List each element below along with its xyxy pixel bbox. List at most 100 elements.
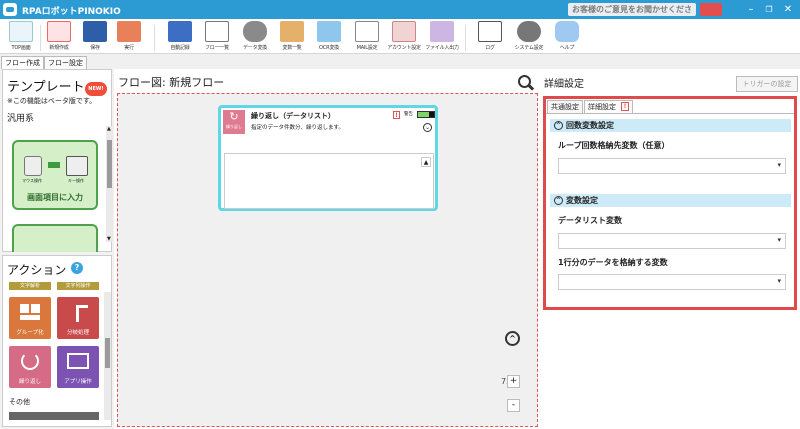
app-logo-icon bbox=[3, 3, 17, 16]
new-button[interactable]: 新規作成 bbox=[42, 21, 76, 54]
log-icon bbox=[478, 21, 502, 42]
flow-area: フロー図: 新規フロー ↻ 繰り返し 繰り返し（データリスト） ! 警告 指定の… bbox=[114, 69, 540, 429]
template-panel: テンプレート NEW! ※この機能はベータ版です。 汎用系 マウス操作 キー操作… bbox=[2, 69, 113, 252]
save-button[interactable]: 保存 bbox=[78, 21, 112, 54]
mouse-icon bbox=[24, 156, 42, 176]
status-indicator bbox=[417, 111, 435, 118]
data-convert-button[interactable]: データ変換 bbox=[238, 21, 272, 54]
loop-counter-label: ループ回数格納先変数（任意） bbox=[558, 141, 670, 150]
template-card-next[interactable] bbox=[12, 224, 98, 252]
detail-panel: 詳細設定 トリガーの設定 共通設定 詳細設定 ! ^ 回数変数設定 ループ回数格… bbox=[540, 69, 800, 429]
collapse-icon: ^ bbox=[554, 196, 563, 205]
section-loop-counter[interactable]: ^ 回数変数設定 bbox=[550, 119, 791, 132]
loop-counter-select[interactable] bbox=[558, 158, 786, 174]
mail-settings-button[interactable]: MAIL設定 bbox=[350, 21, 384, 54]
flow-list-button[interactable]: フロー一覧 bbox=[200, 21, 234, 54]
detail-title: 詳細設定 bbox=[544, 79, 584, 90]
beta-note: ※この機能はベータ版です。 bbox=[7, 97, 97, 105]
warning-icon: ! bbox=[393, 111, 400, 119]
action-group[interactable]: グループ化 bbox=[9, 297, 51, 339]
run-button[interactable]: 実行 bbox=[112, 21, 146, 54]
zoom-out-button[interactable]: - bbox=[507, 399, 520, 412]
help-icon bbox=[555, 21, 579, 42]
mail-icon bbox=[355, 21, 379, 42]
scroll-up-icon[interactable]: ▲ bbox=[421, 157, 431, 167]
template-card-input[interactable]: マウス操作 キー操作 画面項目に入力 bbox=[12, 140, 98, 210]
loop-node-card[interactable]: ↻ 繰り返し 繰り返し（データリスト） ! 警告 指定のデータ件数分、繰り返しま… bbox=[218, 105, 438, 211]
arrow-right-icon bbox=[48, 162, 60, 168]
thumbs-icon[interactable] bbox=[700, 3, 722, 16]
template-title: テンプレート bbox=[7, 80, 85, 95]
log-button[interactable]: ログ bbox=[473, 21, 507, 54]
row-variable-select[interactable] bbox=[558, 274, 786, 290]
film-icon bbox=[168, 21, 192, 42]
toolbar: TOP画面 新規作成 保存 実行 自動記録 フロー一覧 データ変換 変数一覧 O… bbox=[0, 19, 800, 54]
action-app[interactable]: アプリ操作 bbox=[57, 346, 99, 388]
restore-button[interactable]: ❐ bbox=[762, 3, 776, 16]
other-bar[interactable] bbox=[9, 412, 99, 420]
play-icon bbox=[117, 21, 141, 42]
action-scrollbar[interactable] bbox=[104, 292, 111, 420]
feedback-link[interactable]: お客様のご意見をお聞かせください bbox=[568, 3, 696, 27]
mini-text-analysis[interactable]: 文字解析 bbox=[9, 282, 51, 290]
tab-common-settings[interactable]: 共通設定 bbox=[547, 100, 583, 113]
action-panel: アクション ? 文字解析 文字列操作 グループ化 分岐処理 繰り返し アプリ操作… bbox=[2, 255, 112, 427]
other-label: その他 bbox=[9, 398, 30, 406]
new-file-icon bbox=[47, 21, 71, 42]
save-icon bbox=[83, 21, 107, 42]
action-branch[interactable]: 分岐処理 bbox=[57, 297, 99, 339]
box-icon bbox=[280, 21, 304, 42]
top-screen-button[interactable]: TOP画面 bbox=[4, 21, 38, 54]
minimize-button[interactable]: – bbox=[744, 3, 758, 16]
app-title: RPAロボットPINOKIO bbox=[22, 7, 121, 17]
tab-detail-settings[interactable]: 詳細設定 ! bbox=[584, 100, 633, 113]
database-icon bbox=[243, 21, 267, 42]
group-label: 汎用系 bbox=[7, 114, 35, 124]
action-title: アクション bbox=[7, 263, 67, 277]
tab-flow-create[interactable]: フロー作成 bbox=[1, 56, 44, 69]
close-button[interactable]: ✕ bbox=[781, 3, 795, 16]
loop-body[interactable]: ▲ bbox=[224, 153, 434, 209]
mini-string-op[interactable]: 文字列操作 bbox=[57, 282, 99, 290]
account-icon bbox=[392, 21, 416, 42]
system-settings-button[interactable]: システム設定 bbox=[512, 21, 546, 54]
detail-settings-box: 共通設定 詳細設定 ! ^ 回数変数設定 ループ回数格納先変数（任意） ^ 変数… bbox=[543, 96, 797, 310]
title-bar: RPAロボットPINOKIO お客様のご意見をお聞かせください – ❐ ✕ bbox=[0, 0, 800, 27]
new-badge: NEW! bbox=[85, 82, 107, 96]
loop-icon bbox=[21, 352, 39, 370]
data-list-label: データリスト変数 bbox=[558, 216, 622, 225]
action-loop[interactable]: 繰り返し bbox=[9, 346, 51, 388]
tab-warning-icon: ! bbox=[621, 102, 629, 111]
action-help-icon[interactable]: ? bbox=[71, 262, 83, 274]
template-scrollbar[interactable]: ▲ ▼ bbox=[106, 126, 113, 242]
gear-icon bbox=[517, 21, 541, 42]
app-window-icon bbox=[67, 353, 89, 369]
ocr-icon bbox=[317, 21, 341, 42]
help-button[interactable]: ヘルプ bbox=[550, 21, 584, 54]
ocr-button[interactable]: OCR変換 bbox=[312, 21, 346, 54]
section-variable[interactable]: ^ 変数設定 bbox=[550, 194, 791, 207]
zoom-reset-icon[interactable]: ^ bbox=[505, 331, 520, 346]
flow-title: フロー図: 新規フロー bbox=[118, 76, 225, 89]
trigger-settings-button[interactable]: トリガーの設定 bbox=[736, 76, 798, 92]
auto-record-button[interactable]: 自動記録 bbox=[163, 21, 197, 54]
file-io-button[interactable]: ファイル入出力 bbox=[425, 21, 459, 54]
tab-flow-settings[interactable]: フロー設定 bbox=[44, 56, 87, 69]
file-arrow-icon bbox=[430, 21, 454, 42]
left-panel: テンプレート NEW! ※この機能はベータ版です。 汎用系 マウス操作 キー操作… bbox=[0, 69, 113, 429]
flow-canvas[interactable]: ↻ 繰り返し 繰り返し（データリスト） ! 警告 指定のデータ件数分、繰り返しま… bbox=[117, 93, 538, 427]
loop-node-icon: ↻ 繰り返し bbox=[223, 110, 245, 134]
row-variable-label: 1行分のデータを格納する変数 bbox=[558, 258, 668, 267]
data-list-select[interactable] bbox=[558, 233, 786, 249]
keyboard-icon bbox=[66, 156, 88, 176]
main-tabs: フロー作成 フロー設定 bbox=[0, 55, 800, 69]
expand-icon[interactable]: ⌄ bbox=[423, 123, 432, 132]
home-icon bbox=[9, 21, 33, 42]
loop-node-desc: 指定のデータ件数分、繰り返します。 bbox=[251, 125, 344, 131]
variable-list-button[interactable]: 変数一覧 bbox=[275, 21, 309, 54]
zoom-in-button[interactable]: + bbox=[507, 375, 520, 388]
list-icon bbox=[205, 21, 229, 42]
account-settings-button[interactable]: アカウント設定 bbox=[387, 21, 421, 54]
loop-node-title: 繰り返し（データリスト） bbox=[251, 112, 335, 120]
collapse-icon: ^ bbox=[554, 121, 563, 130]
